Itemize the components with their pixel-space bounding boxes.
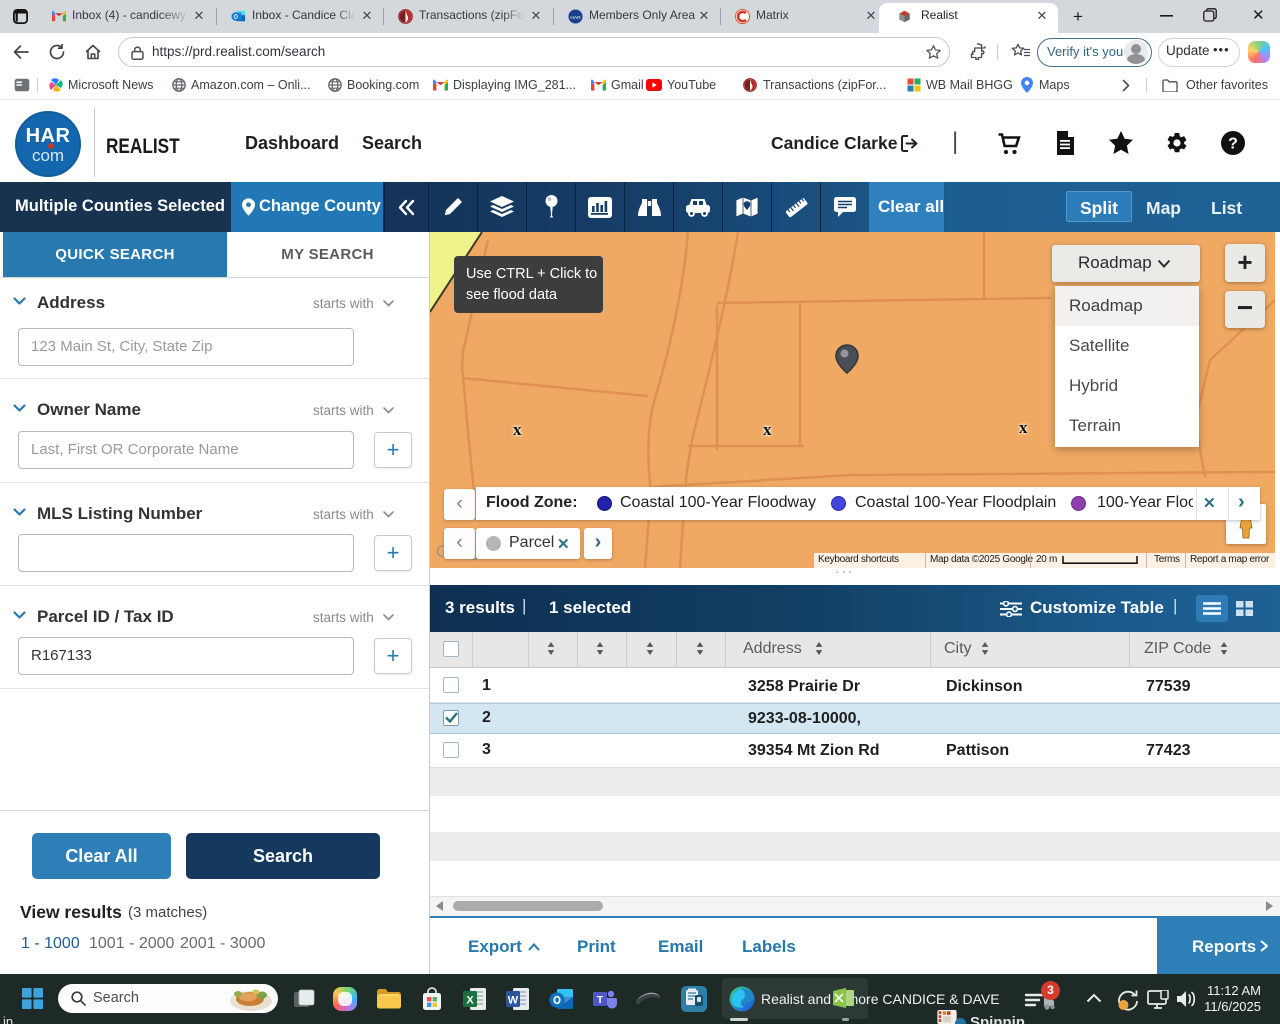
svg-text:W: W [508, 995, 519, 1007]
svg-text:T: T [597, 995, 603, 1006]
svg-text:HAR: HAR [570, 15, 581, 21]
svg-text:?: ? [1228, 136, 1238, 153]
svg-text:X: X [466, 995, 474, 1007]
